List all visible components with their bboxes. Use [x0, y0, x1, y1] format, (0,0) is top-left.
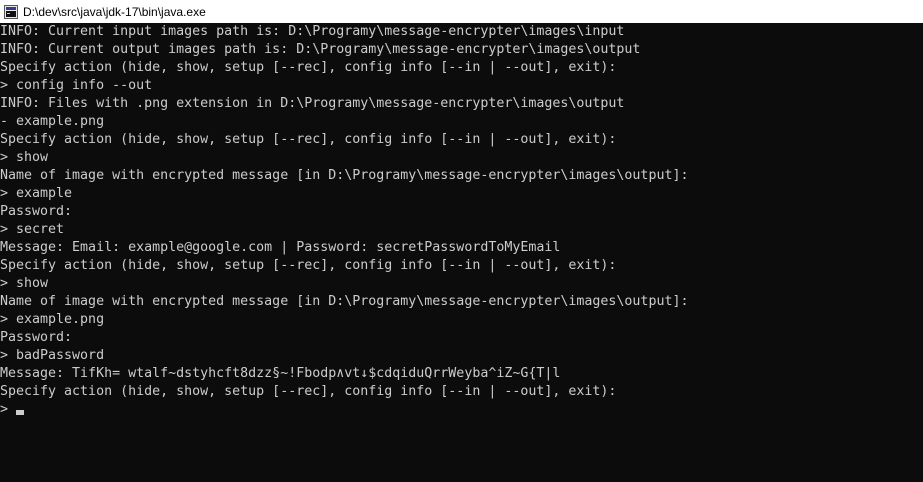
console-line: > show: [0, 276, 49, 291]
console-line: > badPassword: [0, 348, 105, 363]
console-line: INFO: Files with .png extension in D:\Pr…: [0, 96, 625, 111]
console-window: D:\dev\src\java\jdk-17\bin\java.exe INFO…: [0, 0, 923, 482]
console-line: - example.png: [0, 114, 105, 129]
console-line: Specify action (hide, show, setup [--rec…: [0, 60, 617, 75]
console-line: Specify action (hide, show, setup [--rec…: [0, 132, 617, 147]
input-prompt: >: [0, 402, 17, 417]
console-output[interactable]: INFO: Current input images path is: D:\P…: [0, 23, 923, 482]
java-app-icon: [4, 4, 18, 19]
console-line: Password:: [0, 204, 73, 219]
console-line: > example.png: [0, 312, 105, 327]
console-line: Specify action (hide, show, setup [--rec…: [0, 258, 617, 273]
console-line: Password:: [0, 330, 73, 345]
console-line: > show: [0, 150, 49, 165]
console-line: INFO: Current input images path is: D:\P…: [0, 24, 625, 39]
title-bar[interactable]: D:\dev\src\java\jdk-17\bin\java.exe: [0, 0, 923, 23]
console-line: > config info --out: [0, 78, 153, 93]
input-line[interactable]: >: [0, 401, 923, 419]
console-line: Specify action (hide, show, setup [--rec…: [0, 384, 617, 399]
console-line: > example: [0, 186, 73, 201]
console-line: > secret: [0, 222, 65, 237]
console-line: Message: TifKh= wtalf~dstyhcft8dzz§~!Fbo…: [0, 366, 561, 381]
window-title: D:\dev\src\java\jdk-17\bin\java.exe: [23, 4, 206, 19]
console-line: INFO: Current output images path is: D:\…: [0, 42, 641, 57]
console-line: Name of image with encrypted message [in…: [0, 168, 689, 183]
console-line: Name of image with encrypted message [in…: [0, 294, 689, 309]
text-cursor: [16, 410, 25, 415]
console-line: Message: Email: example@google.com | Pas…: [0, 240, 561, 255]
